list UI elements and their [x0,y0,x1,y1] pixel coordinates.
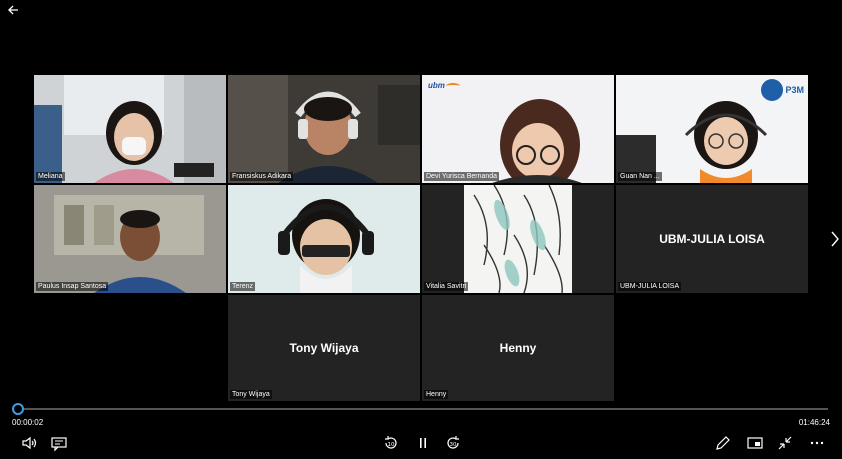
participant-tile-henny[interactable]: Henny Henny [422,295,614,401]
participant-video [34,185,226,293]
back-arrow-icon[interactable] [6,3,20,17]
participant-tile-meliana[interactable]: Meliana [34,75,226,183]
participant-tile-terenz[interactable]: Terenz [228,185,420,293]
participant-name: Paulus Insap Santosa [36,282,109,291]
forward-30-icon[interactable]: 30 [444,434,462,452]
miniplayer-icon[interactable] [746,434,764,452]
participant-name: Devi Yurisca Bernanda [424,172,500,181]
seek-bar[interactable] [14,408,828,410]
participant-name: Fransiskus Adikara [230,172,294,181]
participant-name: Guan Nan ... [618,172,662,181]
rewind-10-icon[interactable]: 10 [382,434,400,452]
more-icon[interactable] [808,434,826,452]
participant-name: Vitalia Savitri [424,282,469,291]
seek-handle[interactable] [12,403,24,415]
participant-name: UBM-JULIA LOISA [618,282,682,291]
participant-tile-vitalia-savitri[interactable]: Vitalia Savitri [422,185,614,293]
participant-name: Tony Wijaya [230,390,272,399]
ubm-logo: ubm [428,81,460,90]
next-page-chevron-icon[interactable] [830,230,840,248]
participant-video [228,75,420,183]
participant-tile-guan-nan[interactable]: P3M Guan Nan ... [616,75,808,183]
participant-display-name: UBM-JULIA LOISA [659,232,765,246]
participant-display-name: Tony Wijaya [289,341,359,355]
pause-icon[interactable] [414,434,432,452]
elapsed-time: 00:00:02 [12,418,44,427]
participant-display-name: Henny [499,341,537,355]
participant-tile-ubm-julia-loisa[interactable]: UBM-JULIA LOISA UBM-JULIA LOISA [616,185,808,293]
p3m-logo: P3M [761,79,804,101]
participant-tile-fransiskus-adikara[interactable]: Fransiskus Adikara [228,75,420,183]
captions-icon[interactable] [50,434,68,452]
participant-video [34,75,226,183]
participant-name: Henny [424,390,449,399]
collapse-icon[interactable] [776,434,794,452]
pen-icon[interactable] [714,434,732,452]
volume-icon[interactable] [20,434,38,452]
participant-profile-image [464,185,572,293]
svg-text:30: 30 [450,442,457,448]
participant-tile-paulus-insap-santosa[interactable]: Paulus Insap Santosa [34,185,226,293]
participant-tile-devi-yurisca-bernanda[interactable]: ubm Devi Yurisca Bernanda [422,75,614,183]
participant-video [422,75,614,183]
participant-name: Meliana [36,172,65,181]
participant-tile-tony-wijaya[interactable]: Tony Wijaya Tony Wijaya [228,295,420,401]
total-time: 01:46:24 [798,418,830,427]
svg-text:10: 10 [388,442,395,448]
participant-name: Terenz [230,282,256,291]
participant-video [228,185,420,293]
